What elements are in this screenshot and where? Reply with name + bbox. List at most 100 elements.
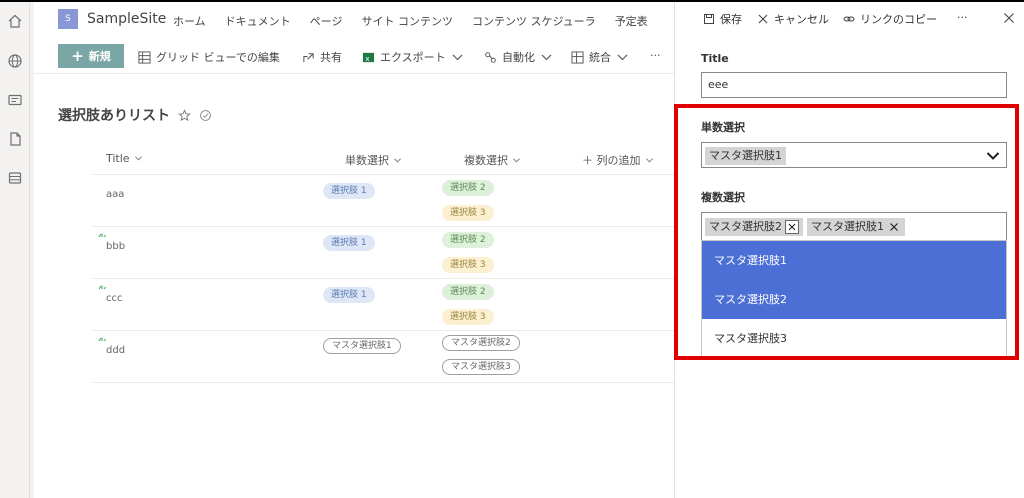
share-label: 共有: [320, 51, 342, 64]
lists-icon[interactable]: [7, 170, 23, 186]
nav-content-scheduler[interactable]: コンテンツ スケジューラ: [472, 13, 596, 29]
single-select-value: マスタ選択肢1: [705, 147, 786, 165]
chevron-down-icon: [986, 152, 1000, 160]
cancel-icon: [758, 14, 768, 24]
export-button[interactable]: x エクスポート: [362, 49, 464, 65]
chevron-down-icon: [134, 156, 142, 161]
option-label: マスタ選択肢2: [714, 293, 787, 306]
multi-select-chip-label: マスタ選択肢1: [811, 220, 884, 233]
column-header-single[interactable]: 単数選択: [345, 152, 402, 168]
chevron-down-icon: [541, 53, 552, 60]
cancel-button[interactable]: キャンセル: [757, 11, 829, 27]
link-icon: [843, 16, 855, 22]
nav-site-contents[interactable]: サイト コンテンツ: [361, 13, 453, 29]
nav-calendar[interactable]: 予定表: [615, 13, 648, 29]
chevron-down-icon: [394, 157, 401, 162]
list-canvas: S SampleSite ホーム ドキュメント ページ サイト コンテンツ コン…: [34, 2, 674, 498]
star-icon[interactable]: [178, 108, 191, 122]
column-header-single-label: 単数選択: [345, 154, 389, 167]
globe-icon[interactable]: [7, 53, 23, 69]
nav-pages[interactable]: ページ: [310, 13, 343, 29]
table-row[interactable]: aaa 選択肢 1 選択肢 2 選択肢 3: [92, 175, 674, 227]
edit-panel: 保存 キャンセル リンクのコピー ··· Title eee 単数選択 マスタ選…: [674, 2, 1024, 498]
copy-link-button[interactable]: リンクのコピー: [843, 11, 937, 27]
apps-icon: [571, 50, 584, 64]
title-input[interactable]: eee: [701, 72, 1007, 98]
multi-choice-pill: 選択肢 2: [442, 232, 494, 248]
option-item[interactable]: マスタ選択肢2: [702, 280, 1006, 319]
table-row[interactable]: ccc 選択肢 1 選択肢 2 選択肢 3: [92, 279, 674, 331]
table-row[interactable]: ddd マスタ選択肢1 マスタ選択肢2 マスタ選択肢3: [92, 331, 674, 383]
close-icon[interactable]: [1003, 12, 1015, 24]
multi-select-chip: マスタ選択肢2: [705, 218, 803, 236]
share-icon: [303, 52, 314, 62]
option-item[interactable]: マスタ選択肢1: [702, 241, 1006, 280]
grid-edit-button[interactable]: グリッド ビューでの編集: [138, 49, 280, 65]
multi-choice-pill: マスタ選択肢3: [442, 359, 520, 375]
add-column-button[interactable]: ＋ 列の追加: [582, 152, 654, 168]
share-button[interactable]: 共有: [302, 49, 342, 65]
row-title-link[interactable]: aaa: [106, 189, 124, 200]
save-icon: [704, 14, 714, 24]
column-header-title[interactable]: Title: [106, 152, 143, 165]
single-select-label: 単数選択: [701, 121, 745, 134]
nav-documents[interactable]: ドキュメント: [225, 13, 291, 29]
column-header-title-label: Title: [106, 152, 130, 165]
copy-link-label: リンクのコピー: [860, 13, 937, 26]
multi-choice-pill: 選択肢 2: [442, 284, 494, 300]
panel-more-button[interactable]: ···: [957, 11, 968, 24]
integrate-label: 統合: [589, 51, 611, 64]
single-choice-pill: 選択肢 1: [323, 183, 375, 199]
single-choice-pill: 選択肢 1: [323, 235, 375, 251]
multi-choice-pill: 選択肢 2: [442, 180, 494, 196]
plus-icon: +: [71, 46, 84, 65]
site-logo[interactable]: S: [58, 9, 78, 29]
more-commands-button[interactable]: ···: [650, 49, 661, 62]
remove-chip-icon[interactable]: [887, 220, 901, 234]
title-field-label: Title: [701, 52, 729, 65]
automate-button[interactable]: 自動化: [484, 49, 553, 65]
multi-select-label: 複数選択: [701, 191, 745, 204]
add-column-label: ＋ 列の追加: [582, 154, 641, 167]
app-rail: [0, 2, 30, 498]
integrate-button[interactable]: 統合: [571, 49, 629, 65]
single-choice-pill: 選択肢 1: [323, 287, 375, 303]
command-bar: + 新規 グリッド ビューでの編集 共有 x エクスポート 自動化 統合 ···: [34, 38, 674, 74]
row-title-link[interactable]: ccc: [106, 293, 123, 304]
news-icon[interactable]: [7, 92, 23, 108]
site-nav: ホーム ドキュメント ページ サイト コンテンツ コンテンツ スケジューラ 予定…: [173, 13, 667, 29]
svg-text:x: x: [365, 53, 370, 62]
column-header-multi-label: 複数選択: [464, 154, 508, 167]
remove-chip-icon[interactable]: [785, 220, 799, 234]
site-name[interactable]: SampleSite: [87, 11, 166, 27]
single-select-dropdown[interactable]: マスタ選択肢1: [701, 142, 1007, 168]
row-title-link[interactable]: ddd: [106, 345, 125, 356]
list-title-text: 選択肢ありリスト: [58, 108, 170, 124]
column-header-multi[interactable]: 複数選択: [464, 152, 521, 168]
export-label: エクスポート: [380, 51, 446, 64]
list-title: 選択肢ありリスト: [58, 105, 212, 125]
table-row[interactable]: bbb 選択肢 1 選択肢 2 選択肢 3: [92, 227, 674, 279]
excel-icon: x: [362, 52, 375, 62]
automate-label: 自動化: [502, 51, 535, 64]
multi-select-options: マスタ選択肢1 マスタ選択肢2 マスタ選択肢3: [701, 240, 1007, 358]
multi-choice-pill: 選択肢 3: [442, 309, 494, 325]
chevron-down-icon: [645, 157, 653, 162]
document-icon[interactable]: [7, 131, 23, 147]
new-item-button[interactable]: + 新規: [58, 44, 124, 68]
multi-select-input[interactable]: マスタ選択肢2 マスタ選択肢1: [701, 212, 1007, 240]
multi-choice-pill: マスタ選択肢2: [442, 335, 520, 351]
grid-edit-label: グリッド ビューでの編集: [156, 51, 280, 64]
nav-home[interactable]: ホーム: [173, 13, 206, 29]
option-label: マスタ選択肢1: [714, 254, 787, 267]
new-item-label: 新規: [88, 50, 111, 63]
flow-icon: [485, 51, 496, 63]
row-title-link[interactable]: bbb: [106, 241, 125, 252]
check-circle-icon[interactable]: [199, 109, 212, 122]
multi-choice-pill: 選択肢 3: [442, 257, 494, 273]
option-item[interactable]: マスタ選択肢3: [702, 319, 1006, 358]
save-button[interactable]: 保存: [703, 11, 742, 27]
chevron-down-icon: [452, 53, 463, 60]
new-item-icon: [98, 285, 106, 290]
home-icon[interactable]: [7, 13, 23, 29]
